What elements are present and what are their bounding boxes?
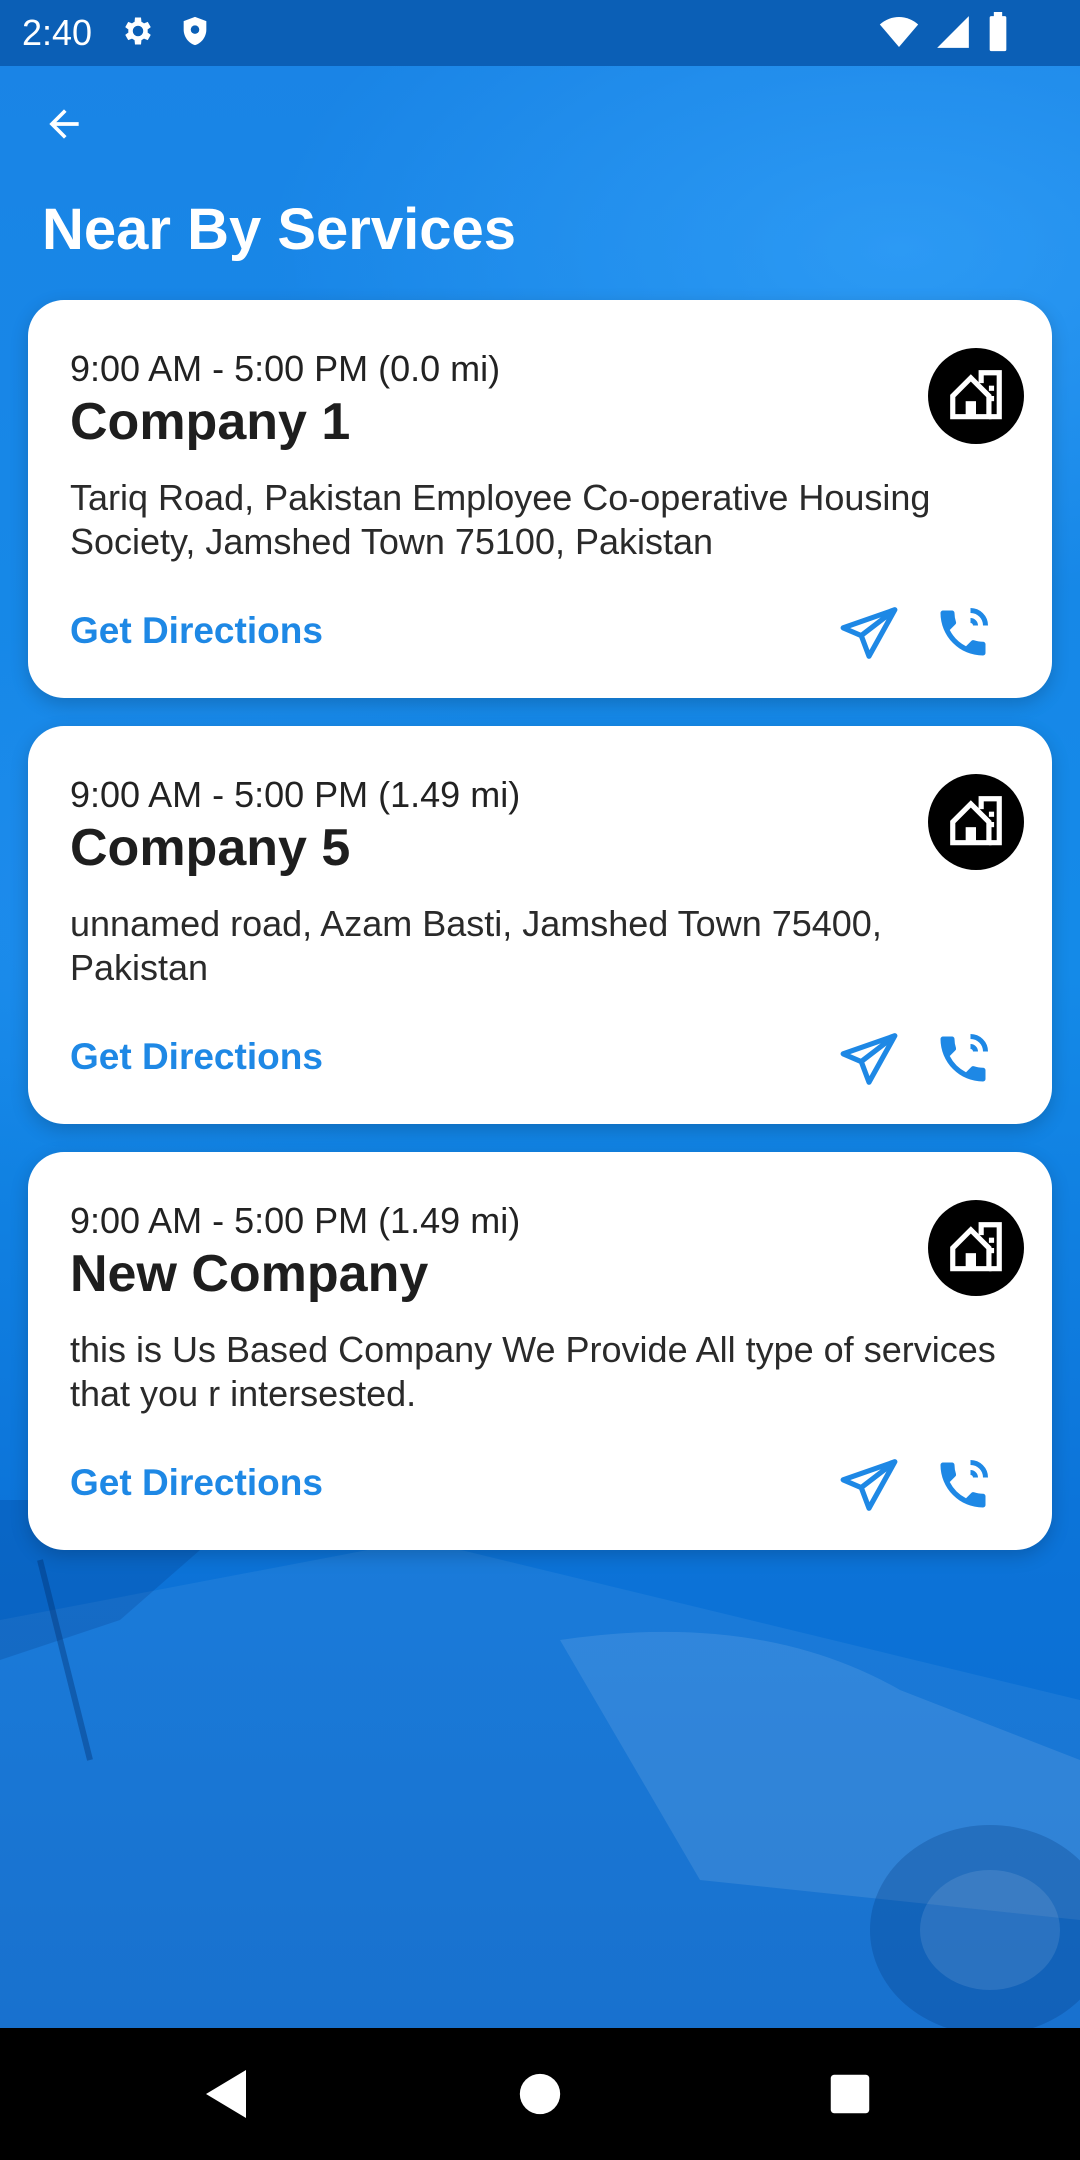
service-name: Company 1 bbox=[70, 393, 351, 451]
send-button[interactable] bbox=[834, 1450, 904, 1520]
paper-plane-icon bbox=[840, 1033, 898, 1085]
gear-icon bbox=[120, 13, 156, 54]
paper-plane-icon bbox=[840, 1459, 898, 1511]
get-directions-link[interactable]: Get Directions bbox=[70, 610, 323, 652]
send-button[interactable] bbox=[834, 598, 904, 668]
arrow-left-icon bbox=[49, 109, 79, 139]
building-icon bbox=[928, 348, 1024, 444]
call-button[interactable] bbox=[928, 598, 998, 668]
service-name: Company 5 bbox=[70, 819, 351, 877]
service-hours: 9:00 AM - 5:00 PM (0.0 mi) bbox=[70, 348, 501, 389]
shield-icon bbox=[178, 13, 212, 54]
paper-plane-icon bbox=[840, 607, 898, 659]
nav-recents-button[interactable] bbox=[814, 2058, 886, 2130]
service-address: unnamed road, Azam Basti, Jamshed Town 7… bbox=[70, 903, 882, 988]
nav-back-button[interactable] bbox=[190, 2058, 262, 2130]
building-icon bbox=[928, 1200, 1024, 1296]
service-hours: 9:00 AM - 5:00 PM (1.49 mi) bbox=[70, 1200, 521, 1241]
signal-icon bbox=[934, 12, 972, 57]
call-button[interactable] bbox=[928, 1450, 998, 1520]
status-time: 2:40 bbox=[22, 12, 93, 53]
send-button[interactable] bbox=[834, 1024, 904, 1094]
service-card: 9:00 AM - 5:00 PM (1.49 mi) Company 5 un… bbox=[28, 726, 1052, 1124]
system-nav-bar bbox=[0, 2028, 1080, 2160]
battery-icon bbox=[986, 12, 1010, 57]
service-card: 9:00 AM - 5:00 PM (1.49 mi) New Company … bbox=[28, 1152, 1052, 1550]
nav-home-button[interactable] bbox=[504, 2058, 576, 2130]
phone-call-icon bbox=[940, 608, 988, 656]
service-card: 9:00 AM - 5:00 PM (0.0 mi) Company 1 Tar… bbox=[28, 300, 1052, 698]
back-triangle-icon bbox=[206, 2070, 246, 2118]
building-icon bbox=[928, 774, 1024, 870]
service-name: New Company bbox=[70, 1245, 429, 1303]
call-button[interactable] bbox=[928, 1024, 998, 1094]
back-button[interactable] bbox=[36, 96, 92, 152]
get-directions-link[interactable]: Get Directions bbox=[70, 1462, 323, 1504]
service-address: Tariq Road, Pakistan Employee Co-operati… bbox=[70, 477, 931, 562]
recents-square-icon bbox=[830, 2074, 870, 2114]
phone-call-icon bbox=[940, 1034, 988, 1082]
phone-call-icon bbox=[940, 1460, 988, 1508]
service-hours: 9:00 AM - 5:00 PM (1.49 mi) bbox=[70, 774, 521, 815]
background-car-image bbox=[0, 1500, 1080, 2030]
home-circle-icon bbox=[519, 2073, 561, 2115]
page-title: Near By Services bbox=[42, 197, 516, 262]
service-address: this is Us Based Company We Provide All … bbox=[70, 1329, 996, 1414]
wifi-icon bbox=[878, 12, 920, 57]
status-bar: 2:40 bbox=[0, 0, 1080, 66]
get-directions-link[interactable]: Get Directions bbox=[70, 1036, 323, 1078]
